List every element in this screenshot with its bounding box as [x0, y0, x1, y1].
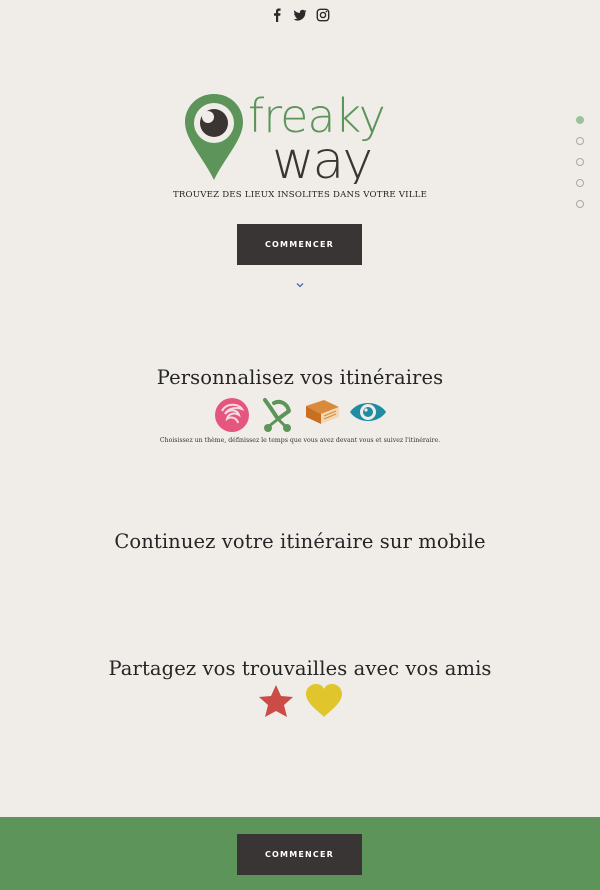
page-nav-dot[interactable]: [576, 179, 584, 187]
start-button[interactable]: COMMENCER: [237, 224, 362, 265]
share-icons: [0, 684, 600, 718]
rose-icon[interactable]: [212, 397, 252, 433]
social-links: [0, 8, 600, 22]
page-nav-dot[interactable]: [576, 116, 584, 124]
stroller-icon[interactable]: [258, 397, 296, 433]
instagram-icon[interactable]: [316, 8, 330, 22]
heart-icon[interactable]: [305, 684, 343, 718]
section-title-mobile: Continuez votre itinéraire sur mobile: [114, 530, 486, 553]
star-icon[interactable]: [258, 684, 294, 718]
theme-icons: [0, 397, 600, 433]
freakyway-logo: freaky way: [185, 89, 386, 184]
section-title-share: Partagez vos trouvailles avec vos amis: [108, 657, 492, 680]
twitter-icon[interactable]: [293, 8, 307, 22]
eye-icon[interactable]: [348, 397, 388, 427]
facebook-icon[interactable]: [270, 8, 284, 22]
footer-start-button[interactable]: COMMENCER: [237, 834, 362, 875]
chevron-down-icon[interactable]: [295, 281, 305, 289]
section-title-itineraries: Personnalisez vos itinéraires: [156, 366, 444, 389]
logo-text-way: way: [272, 131, 371, 184]
page-nav-dot[interactable]: [576, 158, 584, 166]
page-nav-dot[interactable]: [576, 137, 584, 145]
book-icon[interactable]: [302, 397, 342, 427]
page-nav-dot[interactable]: [576, 200, 584, 208]
section-description: Choisissez un thème, définissez le temps…: [159, 437, 441, 444]
tagline: TROUVEZ DES LIEUX INSOLITES DANS VOTRE V…: [172, 190, 428, 200]
